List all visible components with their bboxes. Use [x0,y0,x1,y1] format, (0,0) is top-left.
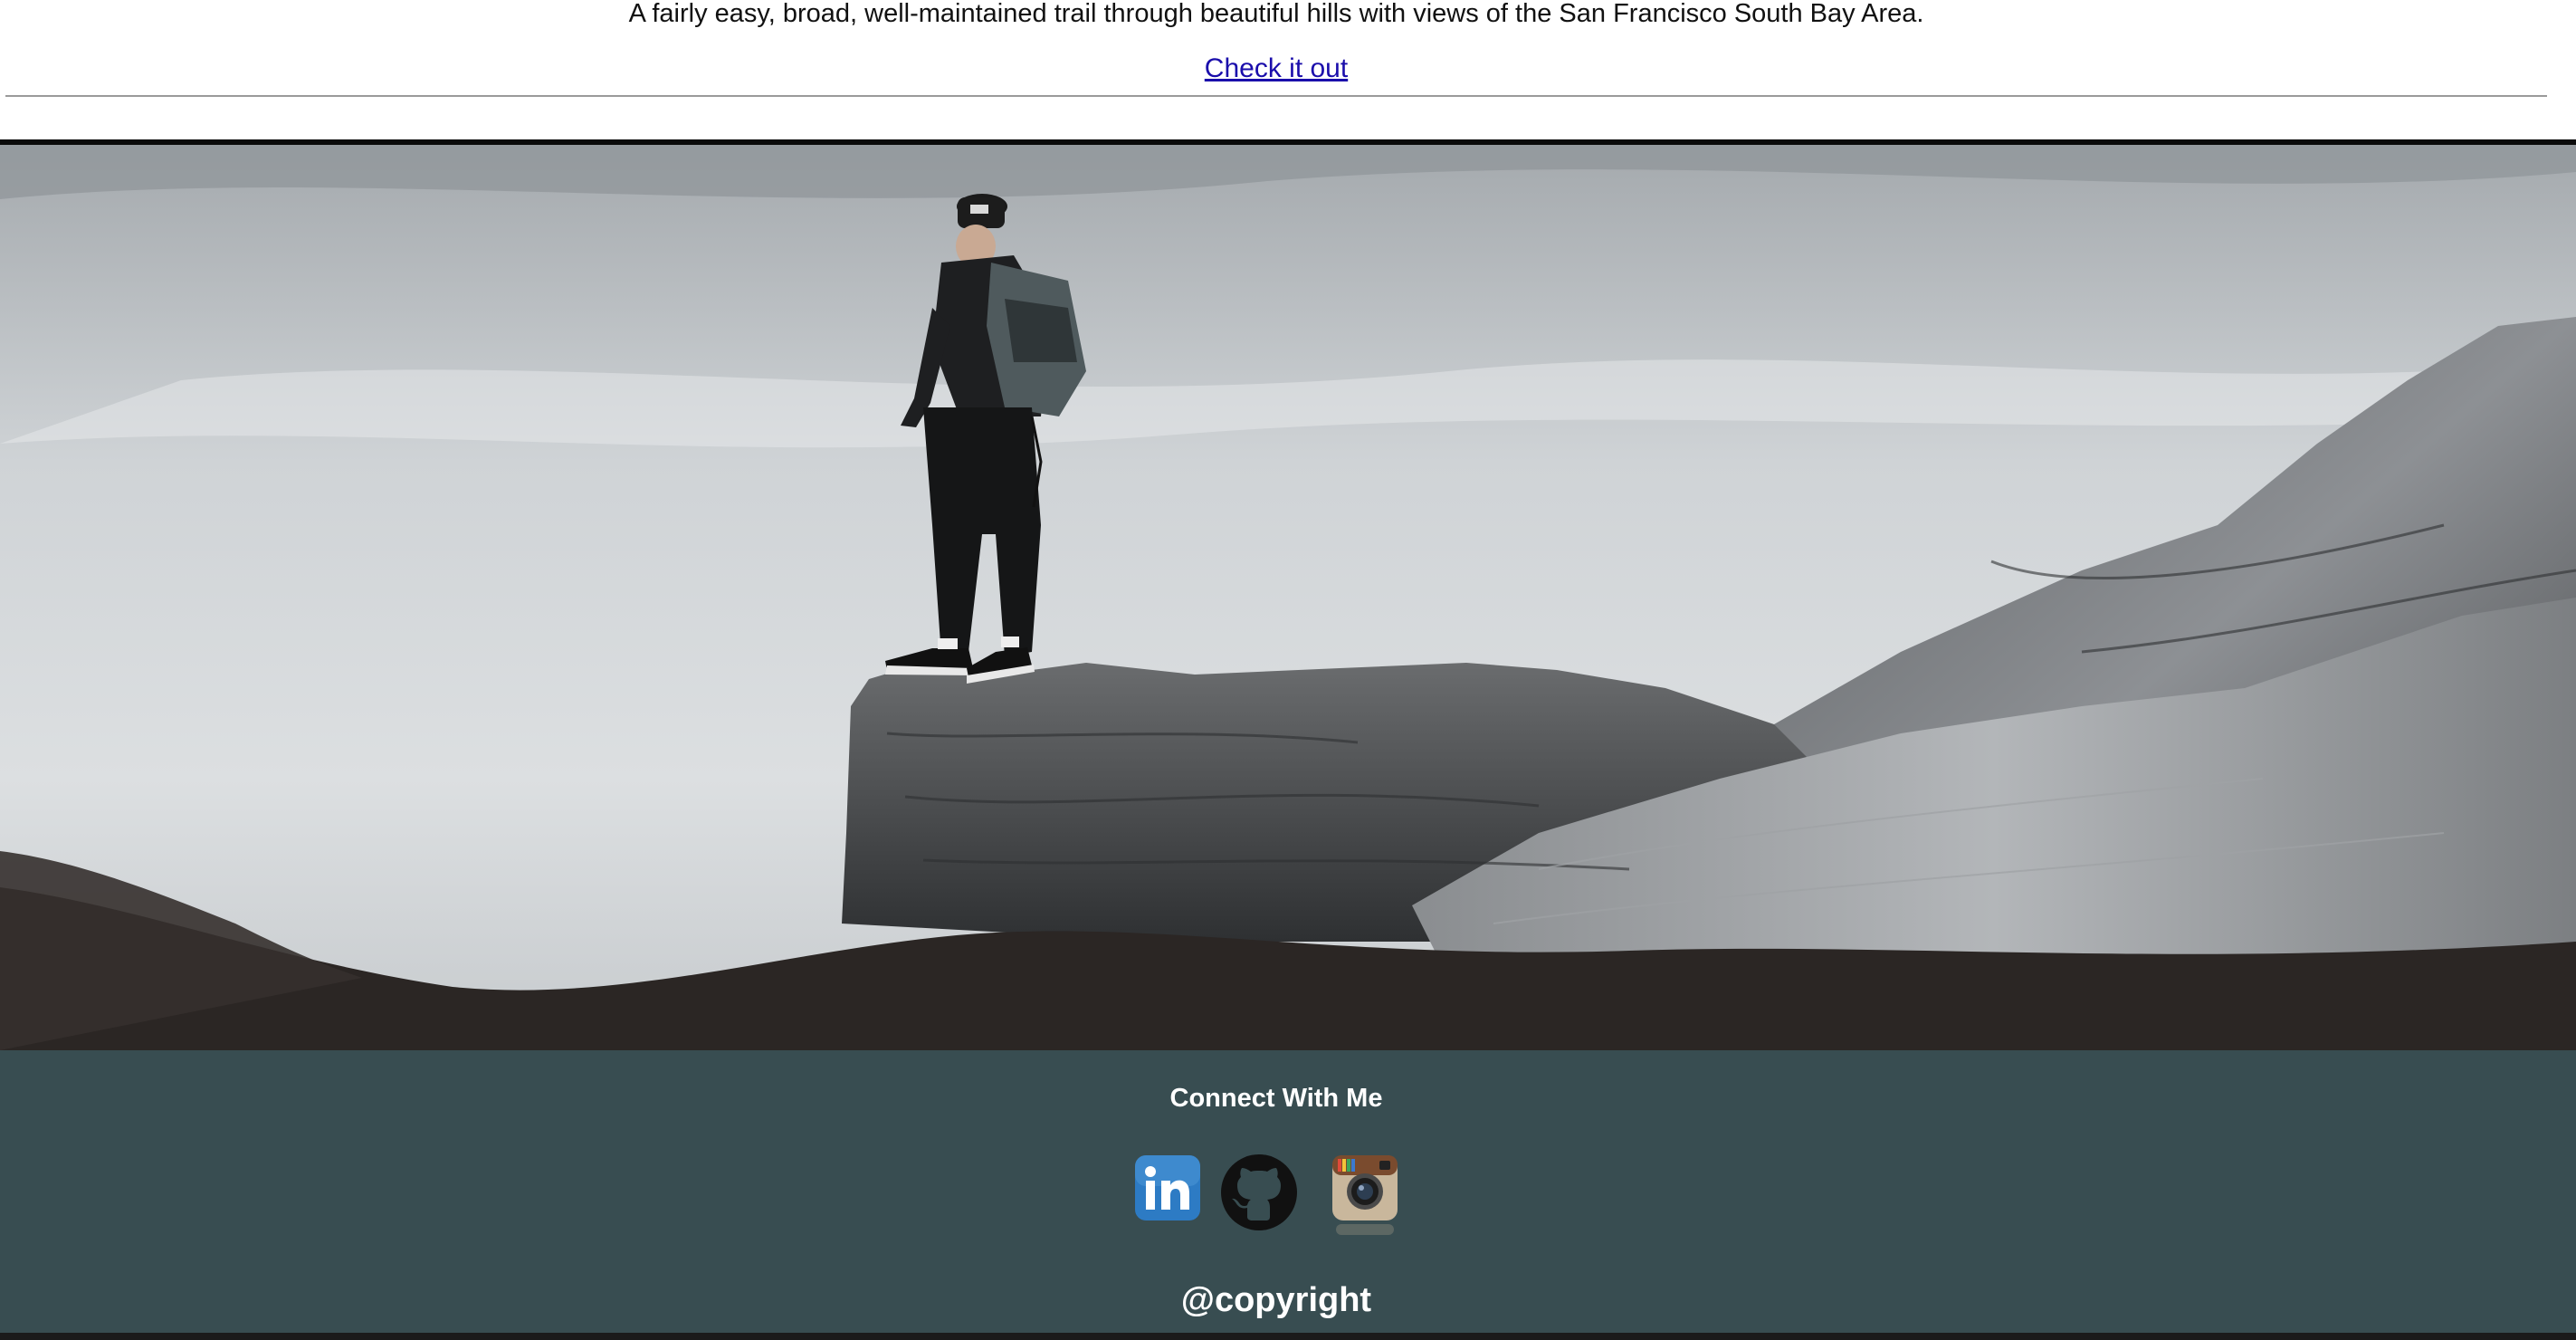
linkedin-icon [1135,1155,1200,1220]
footer: Connect With Me @copyright [0,1050,2576,1340]
horizontal-rule [5,95,2547,97]
trail-description: A fairly easy, broad, well-maintained tr… [628,0,1924,28]
trail-link-wrapper: Check it out [0,53,2552,85]
instagram-icon [1332,1155,1398,1235]
check-it-out-link[interactable]: Check it out [1205,53,1348,83]
instagram-link[interactable] [1331,1153,1399,1245]
hero-image [0,145,2576,1050]
bottom-edge-bar [0,1333,2576,1340]
footer-heading: Connect With Me [1169,1084,1383,1113]
copyright-text: @copyright [1180,1281,1372,1319]
linkedin-link[interactable] [1133,1153,1202,1227]
github-link[interactable] [1220,1153,1298,1236]
hiker-on-cliff-image [0,145,2576,1050]
trail-card: A fairly easy, broad, well-maintained tr… [0,0,2576,139]
github-icon [1221,1154,1297,1230]
